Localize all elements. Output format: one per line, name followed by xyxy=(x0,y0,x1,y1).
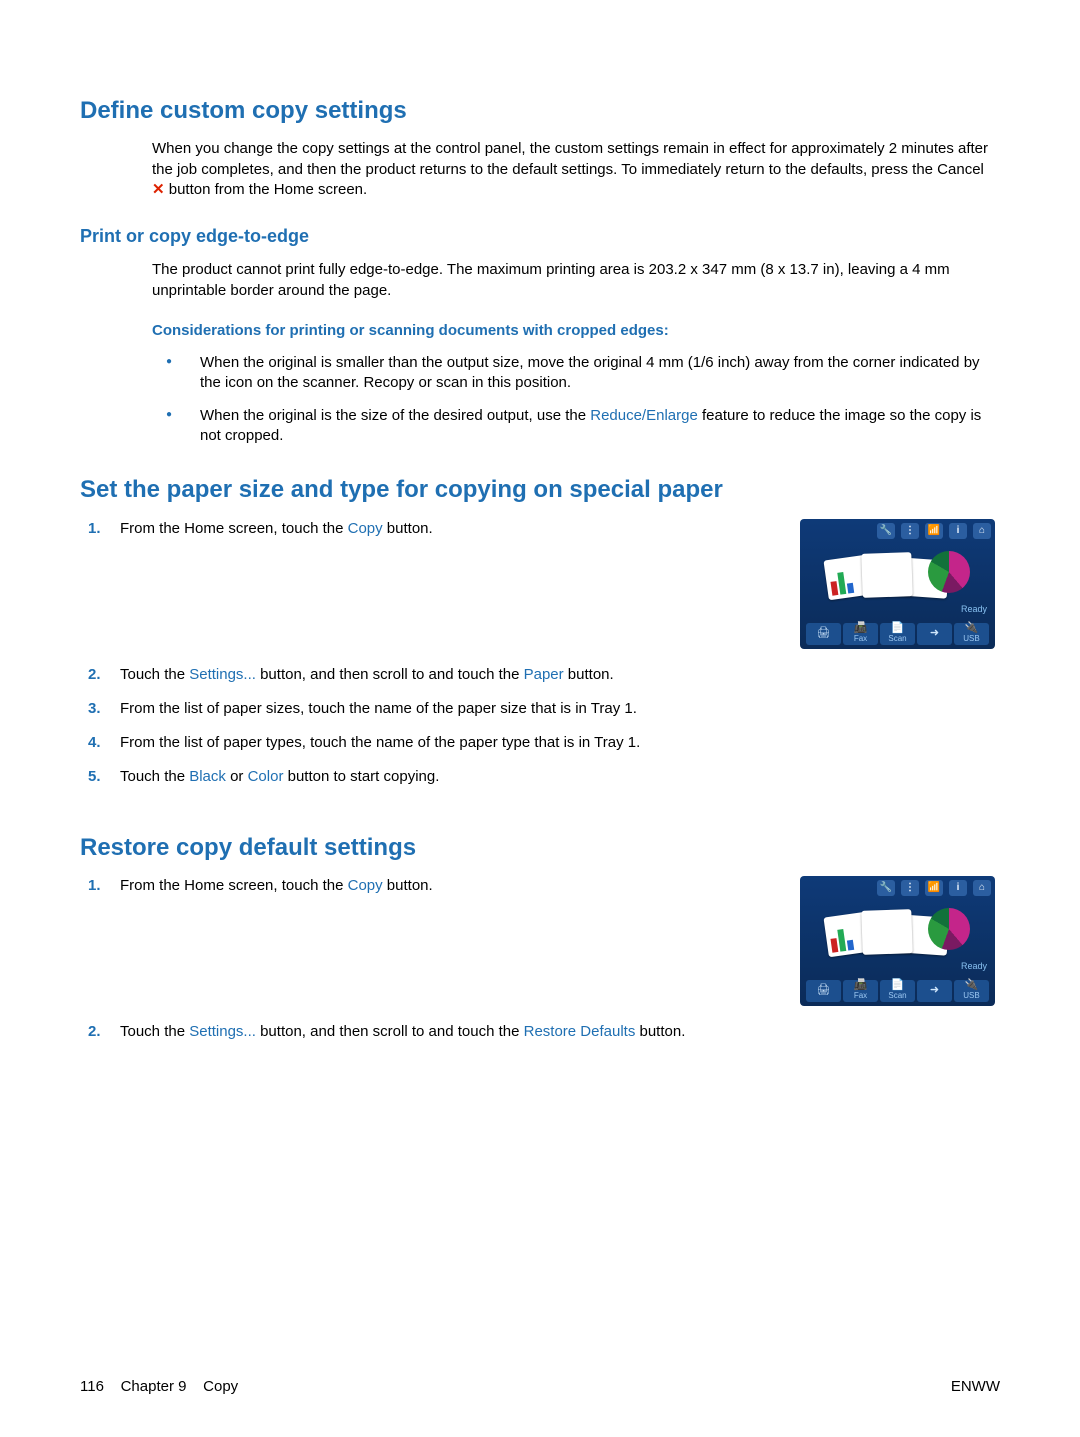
cancel-x-icon: ✕ xyxy=(152,182,165,197)
step-item: Touch the Settings... button, and then s… xyxy=(80,665,770,685)
text-fragment: button, and then scroll to and touch the xyxy=(256,1023,524,1040)
copy-button-ref: Copy xyxy=(348,877,383,894)
document-page: Define custom copy settings When you cha… xyxy=(0,0,1080,1437)
text-fragment: Touch the xyxy=(120,768,189,785)
text-fragment: From the list of paper sizes, touch the … xyxy=(120,700,637,717)
s3-step1-row: From the Home screen, touch the Copy but… xyxy=(80,876,1000,1016)
panel-btn-usb: 🔌USB xyxy=(954,623,989,645)
pie-icon xyxy=(928,908,970,950)
s3-step2-row: Touch the Settings... button, and then s… xyxy=(80,1022,1000,1056)
step-item: From the Home screen, touch the Copy but… xyxy=(80,876,770,896)
heading-set-paper: Set the paper size and type for copying … xyxy=(80,474,1000,506)
section1-paragraph: When you change the copy settings at the… xyxy=(152,139,1000,200)
steps-list-s2a: From the Home screen, touch the Copy but… xyxy=(80,519,770,539)
text-fragment: button. xyxy=(564,666,614,683)
restore-defaults-ref: Restore Defaults xyxy=(524,1023,636,1040)
printer-home-screen-thumbnail: 🔧 ⋮ 📶 i ⌂ Ready 🖨 📠Fax 📄Scan xyxy=(800,519,995,649)
footer-left: 116 Chapter 9 Copy xyxy=(80,1377,238,1397)
panel-btn-print: 🖨 xyxy=(806,623,841,645)
panel-btn-fax: 📠Fax xyxy=(843,980,878,1002)
text-fragment: Touch the xyxy=(120,1023,189,1040)
text-fragment: button. xyxy=(635,1023,685,1040)
apps-icon: ⋮ xyxy=(901,523,919,539)
panel-btn-arrow: ➜ xyxy=(917,623,952,645)
settings-button-ref: Settings... xyxy=(189,666,256,683)
step1-row: From the Home screen, touch the Copy but… xyxy=(80,519,1000,659)
panel-btn-usb: 🔌USB xyxy=(954,980,989,1002)
steps-2-5-row: Touch the Settings... button, and then s… xyxy=(80,665,1000,802)
step-item: From the list of paper sizes, touch the … xyxy=(80,699,770,719)
wireless-icon: 📶 xyxy=(925,523,943,539)
pie-icon xyxy=(928,551,970,593)
step-item: From the list of paper types, touch the … xyxy=(80,733,770,753)
text-fragment: button, and then scroll to and touch the xyxy=(256,666,524,683)
heading-restore-defaults: Restore copy default settings xyxy=(80,832,1000,864)
home-icon: ⌂ xyxy=(973,880,991,896)
wrench-icon: 🔧 xyxy=(877,523,895,539)
black-button-ref: Black xyxy=(189,768,226,785)
list-item: When the original is the size of the des… xyxy=(152,406,1000,447)
steps-list-s3a: From the Home screen, touch the Copy but… xyxy=(80,876,770,896)
text-fragment: button. xyxy=(383,520,433,537)
settings-button-ref: Settings... xyxy=(189,1023,256,1040)
text-fragment: From the Home screen, touch the xyxy=(120,877,348,894)
chapter-label: Chapter 9 xyxy=(121,1378,187,1395)
steps-list-s2b: Touch the Settings... button, and then s… xyxy=(80,665,770,788)
info-icon: i xyxy=(949,880,967,896)
steps-list-s3b: Touch the Settings... button, and then s… xyxy=(80,1022,770,1042)
heading-define-custom: Define custom copy settings xyxy=(80,95,1000,127)
text-fragment: From the list of paper types, touch the … xyxy=(120,734,640,751)
edge-to-edge-paragraph: The product cannot print fully edge-to-e… xyxy=(152,260,1000,301)
text-fragment: button to start copying. xyxy=(283,768,439,785)
step-item: Touch the Settings... button, and then s… xyxy=(80,1022,770,1042)
step-item: From the Home screen, touch the Copy but… xyxy=(80,519,770,539)
panel-btn-arrow: ➜ xyxy=(917,980,952,1002)
panel-btn-scan: 📄Scan xyxy=(880,980,915,1002)
color-button-ref: Color xyxy=(248,768,284,785)
info-icon: i xyxy=(949,523,967,539)
footer-right: ENWW xyxy=(951,1377,1000,1397)
status-ready: Ready xyxy=(961,960,987,972)
chapter-title: Copy xyxy=(203,1378,238,1395)
panel-btn-scan: 📄Scan xyxy=(880,623,915,645)
inline-heading-considerations: Considerations for printing or scanning … xyxy=(152,321,1000,341)
text-fragment: When the original is smaller than the ou… xyxy=(200,354,980,391)
copy-button-ref: Copy xyxy=(348,520,383,537)
wrench-icon: 🔧 xyxy=(877,880,895,896)
apps-icon: ⋮ xyxy=(901,880,919,896)
text-fragment: When the original is the size of the des… xyxy=(200,407,590,424)
page-number: 116 xyxy=(80,1378,104,1395)
step-item: Touch the Black or Color button to start… xyxy=(80,767,770,787)
reduce-enlarge-link: Reduce/Enlarge xyxy=(590,407,698,424)
subheading-edge-to-edge: Print or copy edge-to-edge xyxy=(80,224,1000,248)
status-ready: Ready xyxy=(961,603,987,615)
page-footer: 116 Chapter 9 Copy ENWW xyxy=(80,1377,1000,1397)
wireless-icon: 📶 xyxy=(925,880,943,896)
text-fragment: button from the Home screen. xyxy=(165,181,368,198)
paper-button-ref: Paper xyxy=(524,666,564,683)
considerations-list: When the original is smaller than the ou… xyxy=(152,353,1000,446)
list-item: When the original is smaller than the ou… xyxy=(152,353,1000,394)
panel-btn-print: 🖨 xyxy=(806,980,841,1002)
text-fragment: From the Home screen, touch the xyxy=(120,520,348,537)
text-fragment: or xyxy=(226,768,248,785)
printer-home-screen-thumbnail: 🔧 ⋮ 📶 i ⌂ Ready 🖨 📠Fax 📄Scan xyxy=(800,876,995,1006)
text-fragment: Touch the xyxy=(120,666,189,683)
panel-btn-fax: 📠Fax xyxy=(843,623,878,645)
home-icon: ⌂ xyxy=(973,523,991,539)
text-fragment: When you change the copy settings at the… xyxy=(152,140,988,177)
text-fragment: button. xyxy=(383,877,433,894)
